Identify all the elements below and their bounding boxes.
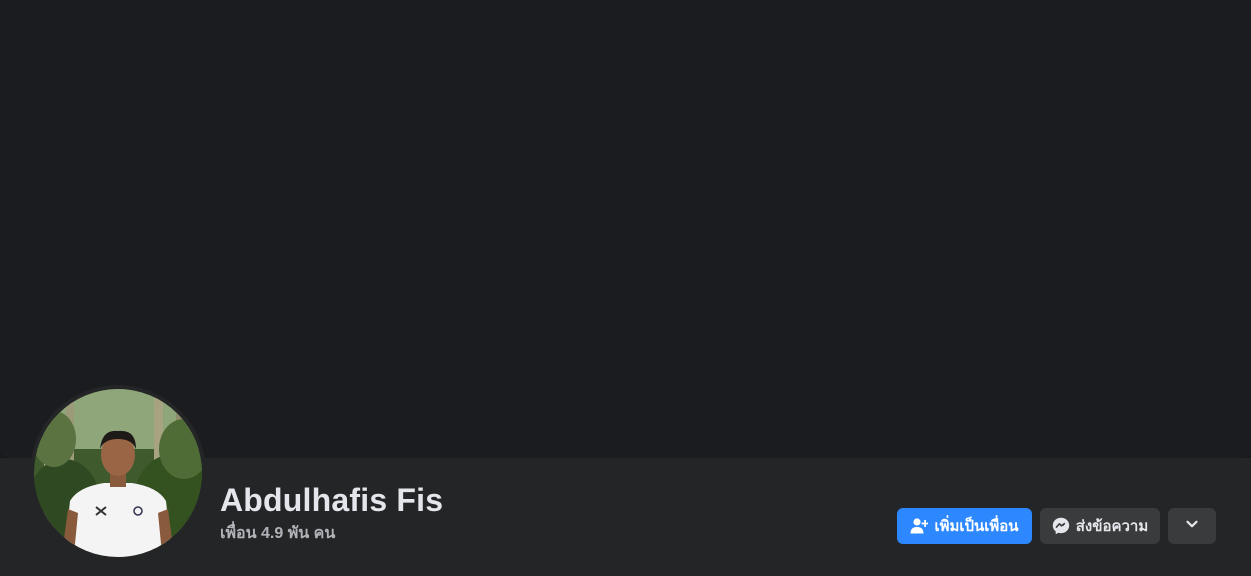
friend-count[interactable]: เพื่อน 4.9 พัน คน xyxy=(220,523,335,545)
send-message-label: ส่งข้อความ xyxy=(1075,518,1149,535)
chevron-down-icon xyxy=(1185,517,1199,535)
add-person-icon xyxy=(910,517,929,535)
add-friend-button[interactable]: เพิ่มเป็นเพื่อน xyxy=(897,508,1032,544)
more-options-button[interactable] xyxy=(1168,508,1216,544)
profile-name: Abdulhafis Fis xyxy=(220,482,444,518)
add-friend-label: เพิ่มเป็นเพื่อน xyxy=(934,518,1019,535)
send-message-button[interactable]: ส่งข้อความ xyxy=(1040,508,1160,544)
cover-photo[interactable] xyxy=(0,0,1251,458)
messenger-icon xyxy=(1052,517,1070,535)
profile-page: Abdulhafis Fis เพื่อน 4.9 พัน คน เพิ่มเป… xyxy=(0,0,1251,576)
avatar[interactable] xyxy=(34,389,202,557)
profile-picture[interactable] xyxy=(30,385,206,561)
